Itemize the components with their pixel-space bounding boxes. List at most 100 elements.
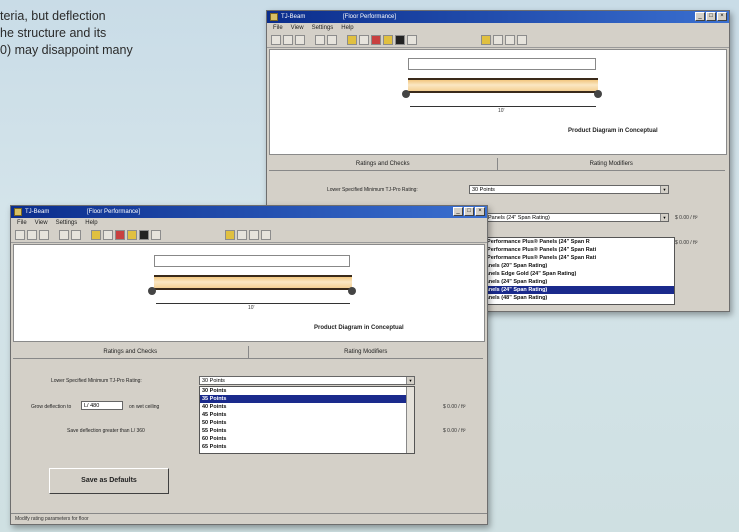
new-file-icon[interactable] [271,35,281,45]
solid-view-icon[interactable] [395,35,405,45]
title-bar: TJ-Beam [Floor Performance] _ □ × [11,206,487,218]
menu-file[interactable]: File [17,218,27,228]
ruler-icon[interactable] [225,230,235,240]
tab-strip: Ratings and Checks Rating Modifiers [13,346,483,359]
load-icon[interactable] [115,230,125,240]
panel-select[interactable]: Panels (24" Span Rating) ▼ [485,213,669,222]
menu-view[interactable]: View [291,23,304,33]
list-item[interactable]: 60 Points [200,435,414,443]
minimize-button[interactable]: _ [695,12,705,21]
tab-rating-modifiers[interactable]: Rating Modifiers [498,158,726,170]
list-item[interactable]: Panels (24" Span Rating) [480,278,674,286]
min-rating-select[interactable]: 30 Points ▼ [469,185,669,194]
solid-view-icon[interactable] [139,230,149,240]
menu-file[interactable]: File [273,23,283,33]
maximize-button[interactable]: □ [706,12,716,21]
list-item[interactable]: +-Performance Plus® Panels (24" Span R [480,238,674,246]
list-item[interactable]: 30 Points [200,387,414,395]
close-button[interactable]: × [475,207,485,216]
chevron-down-icon[interactable]: ▼ [406,377,414,384]
report-icon[interactable] [505,35,515,45]
menu-help[interactable]: Help [85,218,97,228]
list-item[interactable]: +-Performance Plus® Panels (24" Span Rat… [480,246,674,254]
settings-icon[interactable] [517,35,527,45]
list-item[interactable]: 65 Points [200,443,414,451]
list-item[interactable]: 55 Points [200,427,414,435]
result-value: $ 0.00 / ft² [443,404,466,410]
tab-rating-modifiers[interactable]: Rating Modifiers [249,346,484,358]
list-item[interactable]: 45 Points [200,411,414,419]
beam-icon[interactable] [91,230,101,240]
result-value: $ 0.00 / ft² [675,240,698,246]
panel-dropdown-list[interactable]: +-Performance Plus® Panels (24" Span R +… [479,237,675,305]
help-icon[interactable] [327,35,337,45]
support-left [148,287,156,295]
rating-list[interactable]: 30 Points 35 Points 40 Points 45 Points … [199,386,415,454]
save-deflection-label: Save deflection greater than L/ 360 [67,428,145,434]
settings-icon[interactable] [261,230,271,240]
min-rating-label: Lower Specified Minimum TJ-Pro Rating: [51,378,142,384]
help-icon[interactable] [71,230,81,240]
select-icon[interactable] [103,230,113,240]
app-icon [14,208,22,216]
window-title: TJ-Beam [281,14,306,20]
load-icon[interactable] [371,35,381,45]
grid-icon[interactable] [151,230,161,240]
select-icon[interactable] [359,35,369,45]
title-bar: TJ-Beam [Floor Performance] _ □ × [267,11,729,23]
list-item[interactable]: Panels (48" Span Rating) [480,294,674,302]
result-value: $ 0.00 / ft² [675,215,698,221]
dimension-line [156,303,350,304]
product-diagram: 10' Product Diagram in Conceptual [269,49,727,155]
list-item[interactable]: 40 Points [200,403,414,411]
article-caption: teria, but deflection he structure and i… [0,8,260,59]
list-item[interactable]: 50 Points [200,419,414,427]
grid-icon[interactable] [407,35,417,45]
deflection-suffix-label: on wet ceiling [129,404,160,410]
beam-graphic [408,78,598,93]
menu-settings[interactable]: Settings [56,218,78,228]
print-icon[interactable] [59,230,69,240]
min-rating-select[interactable]: 30 Points ▼ [199,376,415,385]
joist-icon[interactable] [127,230,137,240]
beam-icon[interactable] [347,35,357,45]
close-button[interactable]: × [717,12,727,21]
print-icon[interactable] [315,35,325,45]
ruler-icon[interactable] [481,35,491,45]
zoom-icon[interactable] [237,230,247,240]
open-folder-icon[interactable] [283,35,293,45]
diagram-label: Product Diagram in Conceptual [314,325,404,331]
minimize-button[interactable]: _ [453,207,463,216]
zoom-icon[interactable] [493,35,503,45]
save-icon[interactable] [39,230,49,240]
new-file-icon[interactable] [15,230,25,240]
report-icon[interactable] [249,230,259,240]
menu-view[interactable]: View [35,218,48,228]
support-left [402,90,410,98]
menu-settings[interactable]: Settings [312,23,334,33]
menu-help[interactable]: Help [341,23,353,33]
tab-ratings-and-checks[interactable]: Ratings and Checks [269,158,497,170]
dimension-line [410,106,596,107]
list-scrollbar[interactable] [406,387,414,453]
menu-bar: File View Settings Help [11,218,487,228]
chevron-down-icon[interactable]: ▼ [660,214,668,221]
save-as-defaults-button[interactable]: Save as Defaults [49,468,169,494]
open-folder-icon[interactable] [27,230,37,240]
support-right [594,90,602,98]
dimension-label: 10' [498,108,505,114]
list-item-selected[interactable]: Panels (24" Span Rating) [480,286,674,294]
deflection-input[interactable]: L/ 480 [81,401,123,410]
list-item-selected[interactable]: 35 Points [200,395,414,403]
list-item[interactable]: Panels Edge Gold (24" Span Rating) [480,270,674,278]
chevron-down-icon[interactable]: ▼ [660,186,668,193]
diagram-label: Product Diagram in Conceptual [568,128,658,134]
maximize-button[interactable]: □ [464,207,474,216]
product-diagram: 10' Product Diagram in Conceptual [13,244,485,342]
document-title: [Floor Performance] [343,14,397,20]
save-icon[interactable] [295,35,305,45]
joist-icon[interactable] [383,35,393,45]
tab-ratings-and-checks[interactable]: Ratings and Checks [13,346,248,358]
list-item[interactable]: +-Performance Plus® Panels (24" Span Rat… [480,254,674,262]
list-item[interactable]: Panels (20" Span Rating) [480,262,674,270]
